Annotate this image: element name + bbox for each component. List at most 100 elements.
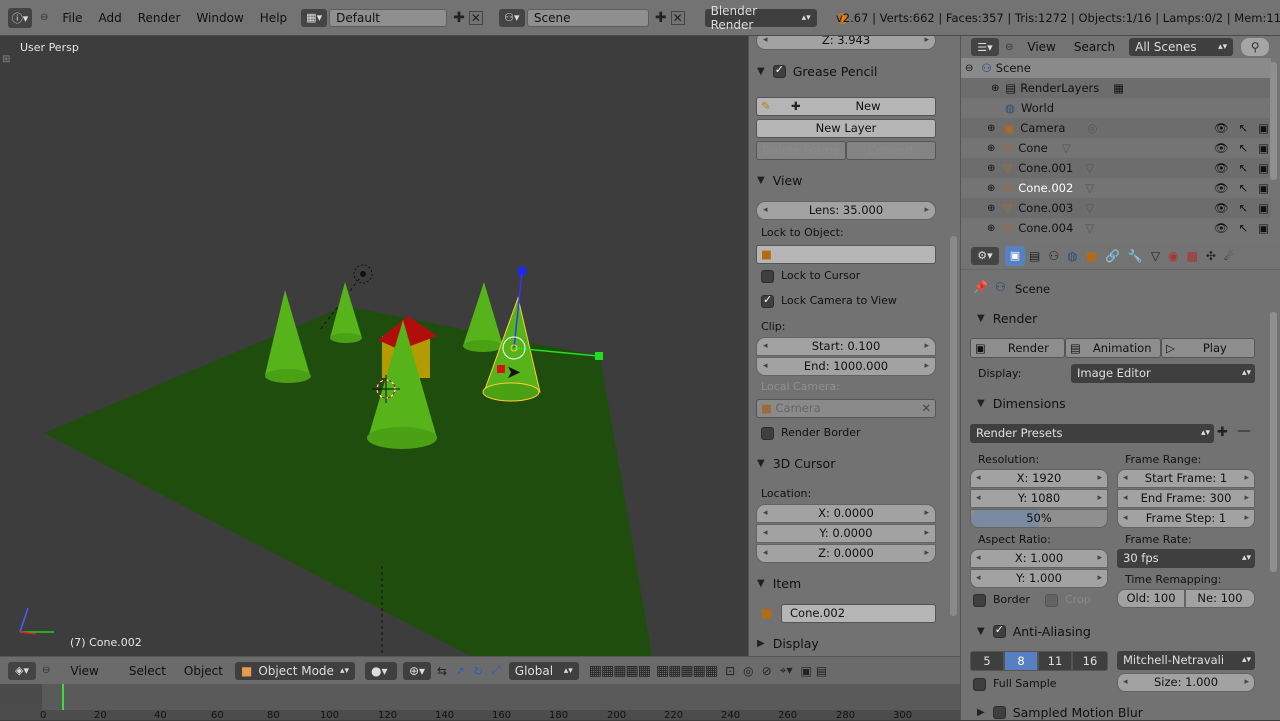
render-border[interactable]: Render Border <box>761 426 861 440</box>
increment-arrow-icon[interactable]: ▸ <box>924 358 929 375</box>
increment-arrow-icon[interactable]: ▸ <box>1244 490 1249 507</box>
scale-icon[interactable]: ⤢ <box>491 663 501 678</box>
menu-help[interactable]: Help <box>260 11 287 25</box>
screen-layout-field[interactable]: Default <box>329 8 448 27</box>
menu-window[interactable]: Window <box>196 11 243 25</box>
clear-x-icon[interactable]: ✕ <box>921 400 931 417</box>
decrement-arrow-icon[interactable]: ◂ <box>976 470 981 487</box>
cursor-y-field[interactable]: ◂ Y: 0.0000 ▸ <box>756 524 936 543</box>
decrement-arrow-icon[interactable]: ◂ <box>763 545 768 562</box>
add-layout-icon[interactable]: ✚ <box>453 10 465 26</box>
aspect-x-field[interactable]: ◂ X: 1.000 ▸ <box>970 549 1108 568</box>
render-anim-icon[interactable]: ▤ <box>816 664 827 678</box>
decrement-arrow-icon[interactable]: ◂ <box>763 505 768 522</box>
select-arrow-icon[interactable]: ↖ <box>1238 221 1248 235</box>
decrement-arrow-icon[interactable]: ◂ <box>763 525 768 542</box>
outliner-row-cone-001[interactable]: ⊕ ▽ Cone.001 ▽ 👁 ↖ ▣ <box>961 158 1271 178</box>
increment-arrow-icon[interactable]: ▸ <box>924 545 929 562</box>
aa-samples-16[interactable]: 16 <box>1072 651 1108 671</box>
expand-icon[interactable]: ⊕ <box>987 183 995 194</box>
outliner-row-scene[interactable]: ⊖ ⚇ Scene <box>961 58 1271 78</box>
render-cam-icon[interactable]: ▣ <box>1258 221 1269 235</box>
outliner-row-camera[interactable]: ⊕ ▣ Camera ◎ 👁 ↖ ▣ <box>961 118 1271 138</box>
frame-step-field[interactable]: ◂ Frame Step: 1 ▸ <box>1117 509 1255 528</box>
outliner-row-cone[interactable]: ⊕ ▽ Cone ▽ 👁 ↖ ▣ <box>961 138 1271 158</box>
modifiers-tab-icon[interactable]: 🔧 <box>1128 249 1143 263</box>
expand-icon[interactable]: ⊕ <box>987 203 995 214</box>
eye-icon[interactable]: 👁 <box>1214 201 1229 215</box>
3d-viewport[interactable]: ➤ User Persp (7) Cone.002 ⊞ <box>0 36 748 656</box>
outliner-row-cone-002[interactable]: ⊕ ▽ Cone.002 ▽ 👁 ↖ ▣ <box>961 178 1271 198</box>
collapse-icon[interactable]: ⊖ <box>1005 42 1013 53</box>
crop-toggle[interactable]: Crop <box>1045 593 1091 607</box>
snap-element-icon[interactable]: ⌖▾ <box>780 663 793 678</box>
decrement-arrow-icon[interactable]: ◂ <box>976 570 981 587</box>
outliner-row-renderlayers[interactable]: ⊕ ▤ RenderLayers ▦ <box>961 78 1271 98</box>
anti-aliasing-panel-header[interactable]: ▼ Anti-Aliasing <box>977 623 1091 639</box>
menu-add[interactable]: Add <box>98 11 121 25</box>
shading-dropdown[interactable]: ●▾ <box>365 661 397 680</box>
menu-render[interactable]: Render <box>138 11 181 25</box>
select-arrow-icon[interactable]: ↖ <box>1238 141 1248 155</box>
increment-arrow-icon[interactable]: ▸ <box>1097 470 1102 487</box>
local-camera-field[interactable]: ■ Camera ✕ <box>756 399 936 418</box>
expand-icon[interactable]: ⊕ <box>991 83 999 94</box>
npanel-scrollbar[interactable] <box>950 236 957 616</box>
grease-pencil-header[interactable]: ▼ Grease Pencil <box>757 63 877 79</box>
pivot-dropdown[interactable]: ⊕▾ <box>403 661 431 680</box>
scene-icon[interactable]: ⚇▾ <box>498 8 525 27</box>
outliner-search-menu[interactable]: Search <box>1074 40 1115 54</box>
aa-samples-8[interactable]: 8 <box>1004 651 1038 671</box>
render-button[interactable]: ▣ Render <box>970 338 1065 358</box>
layers-icon[interactable]: ▦▦▦▦▦ <box>589 663 651 679</box>
start-frame-field[interactable]: ◂ Start Frame: 1 ▸ <box>1117 469 1255 488</box>
grease-pencil-new-button[interactable]: ✎ ✚ New <box>756 97 936 116</box>
select-arrow-icon[interactable]: ↖ <box>1238 121 1248 135</box>
decrement-arrow-icon[interactable]: ◂ <box>1123 674 1128 691</box>
plus-icon[interactable]: ⊞ <box>2 54 10 65</box>
add-preset-icon[interactable]: ✚ <box>1217 425 1228 440</box>
editor-type-icon[interactable]: ◈▾ <box>8 661 36 680</box>
time-new-field[interactable]: Ne: 100 <box>1185 589 1255 608</box>
lock-camera-checkbox[interactable] <box>761 293 774 308</box>
increment-arrow-icon[interactable]: ▸ <box>924 36 929 49</box>
info-editor-icon[interactable]: ⓘ▾ <box>8 7 32 28</box>
expand-icon[interactable]: ⊕ <box>987 123 995 134</box>
select-arrow-icon[interactable]: ↖ <box>1238 161 1248 175</box>
eye-icon[interactable]: 👁 <box>1214 181 1229 195</box>
increment-arrow-icon[interactable]: ▸ <box>1244 510 1249 527</box>
decrement-arrow-icon[interactable]: ◂ <box>763 358 768 375</box>
outliner-scrollbar[interactable] <box>1270 62 1277 180</box>
scene-render[interactable]: ➤ <box>0 36 748 656</box>
aa-samples-5[interactable]: 5 <box>970 651 1004 671</box>
manipulator-icon[interactable]: ⇆ <box>437 664 447 678</box>
clip-end-field[interactable]: ◂ End: 1000.000 ▸ <box>756 357 936 376</box>
remove-scene-icon[interactable]: ✕ <box>670 10 685 25</box>
increment-arrow-icon[interactable]: ▸ <box>924 505 929 522</box>
outliner-filter-dropdown[interactable]: All Scenes ▴▾ <box>1129 38 1234 56</box>
z-location-field[interactable]: ◂ Z: 3.943 ▸ <box>756 36 936 50</box>
render-engine-dropdown[interactable]: Blender Render ▴▾ <box>704 4 817 32</box>
render-cam-icon[interactable]: ▣ <box>1258 161 1269 175</box>
anti-aliasing-checkbox[interactable] <box>992 623 1006 638</box>
physics-tab-icon[interactable]: ☄ <box>1224 249 1235 263</box>
aa-filter-dropdown[interactable]: Mitchell-Netravali ▴▾ <box>1117 651 1255 670</box>
proportional-edit-icon[interactable]: ◎ <box>743 664 753 678</box>
decrement-arrow-icon[interactable]: ◂ <box>763 338 768 355</box>
increment-arrow-icon[interactable]: ▸ <box>924 202 929 219</box>
eye-icon[interactable]: 👁 <box>1214 161 1229 175</box>
rotate-icon[interactable]: ↻ <box>473 664 483 678</box>
motion-blur-checkbox[interactable] <box>992 706 1006 719</box>
data-tab-icon[interactable]: ▽ <box>1151 249 1160 263</box>
menu-select[interactable]: Select <box>129 664 166 678</box>
constraints-tab-icon[interactable]: 🔗 <box>1105 249 1120 263</box>
outliner-row-world[interactable]: ◍ World <box>961 98 1271 118</box>
increment-arrow-icon[interactable]: ▸ <box>924 525 929 542</box>
increment-arrow-icon[interactable]: ▸ <box>1244 674 1249 691</box>
render-icon[interactable]: ▣ <box>800 664 811 678</box>
3d-cursor-header[interactable]: ▼ 3D Cursor <box>757 456 835 471</box>
properties-scrollbar[interactable] <box>1270 312 1277 572</box>
increment-arrow-icon[interactable]: ▸ <box>924 338 929 355</box>
motion-blur-panel-header[interactable]: ▶ Sampled Motion Blur <box>977 705 1143 720</box>
mode-dropdown[interactable]: ■ Object Mode ▴▾ <box>235 661 355 680</box>
